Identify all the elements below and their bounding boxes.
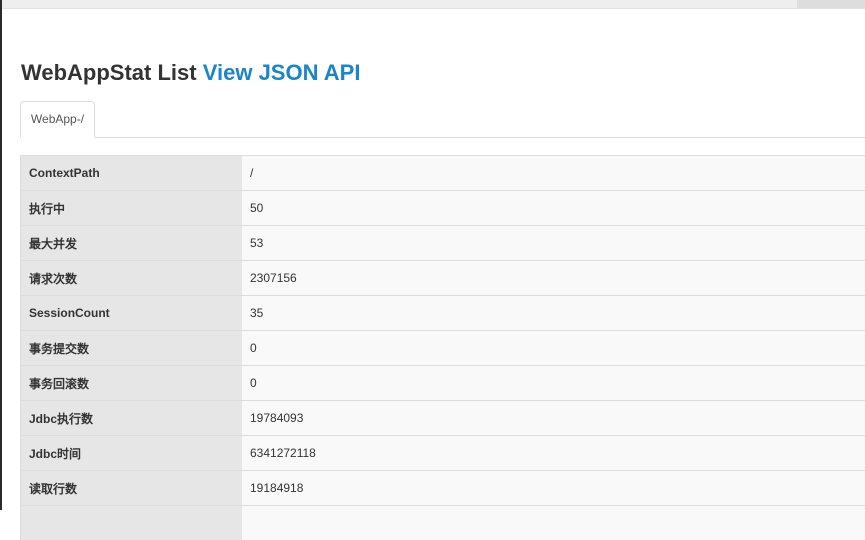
table-row: 事务提交数 0	[21, 331, 865, 366]
row-key: 事务提交数	[21, 331, 243, 366]
row-key: Jdbc执行数	[21, 401, 243, 436]
table-row: ContextPath /	[21, 156, 865, 191]
row-value: 0	[242, 366, 865, 401]
view-json-api-link[interactable]: View JSON API	[203, 60, 361, 85]
page-title: WebAppStat List View JSON API	[21, 60, 360, 86]
top-bar	[2, 0, 865, 9]
row-key: SessionCount	[21, 296, 243, 331]
row-value: 0	[242, 331, 865, 366]
table-row: Jdbc执行数 19784093	[21, 401, 865, 436]
row-value: 2307156	[242, 261, 865, 296]
table-row: Jdbc时间 6341272118	[21, 436, 865, 471]
row-value: 50	[242, 191, 865, 226]
page-title-text: WebAppStat List	[21, 60, 197, 85]
row-key	[21, 506, 243, 540]
row-value: /	[242, 156, 865, 191]
row-key: 执行中	[21, 191, 243, 226]
tab-webapp-root[interactable]: WebApp-/	[20, 101, 95, 138]
row-value: 53	[242, 226, 865, 261]
row-key: 请求次数	[21, 261, 243, 296]
table-row: 请求次数 2307156	[21, 261, 865, 296]
row-key: 最大并发	[21, 226, 243, 261]
row-key: 读取行数	[21, 471, 243, 506]
row-value	[242, 506, 865, 540]
webapp-stat-table: ContextPath / 执行中 50 最大并发 53 请求次数 230715…	[20, 155, 865, 540]
window-left-edge	[0, 0, 2, 510]
row-value: 6341272118	[242, 436, 865, 471]
row-key: Jdbc时间	[21, 436, 243, 471]
table-row: 读取行数 19184918	[21, 471, 865, 506]
row-value: 35	[242, 296, 865, 331]
webapp-tabs: WebApp-/	[20, 101, 865, 138]
table-row: 事务回滚数 0	[21, 366, 865, 401]
table-row: 最大并发 53	[21, 226, 865, 261]
row-key: ContextPath	[21, 156, 243, 191]
row-value: 19184918	[242, 471, 865, 506]
row-value: 19784093	[242, 401, 865, 436]
top-bar-tab	[797, 0, 865, 8]
row-key: 事务回滚数	[21, 366, 243, 401]
table-row: SessionCount 35	[21, 296, 865, 331]
table-row: 执行中 50	[21, 191, 865, 226]
table-row	[21, 506, 865, 540]
